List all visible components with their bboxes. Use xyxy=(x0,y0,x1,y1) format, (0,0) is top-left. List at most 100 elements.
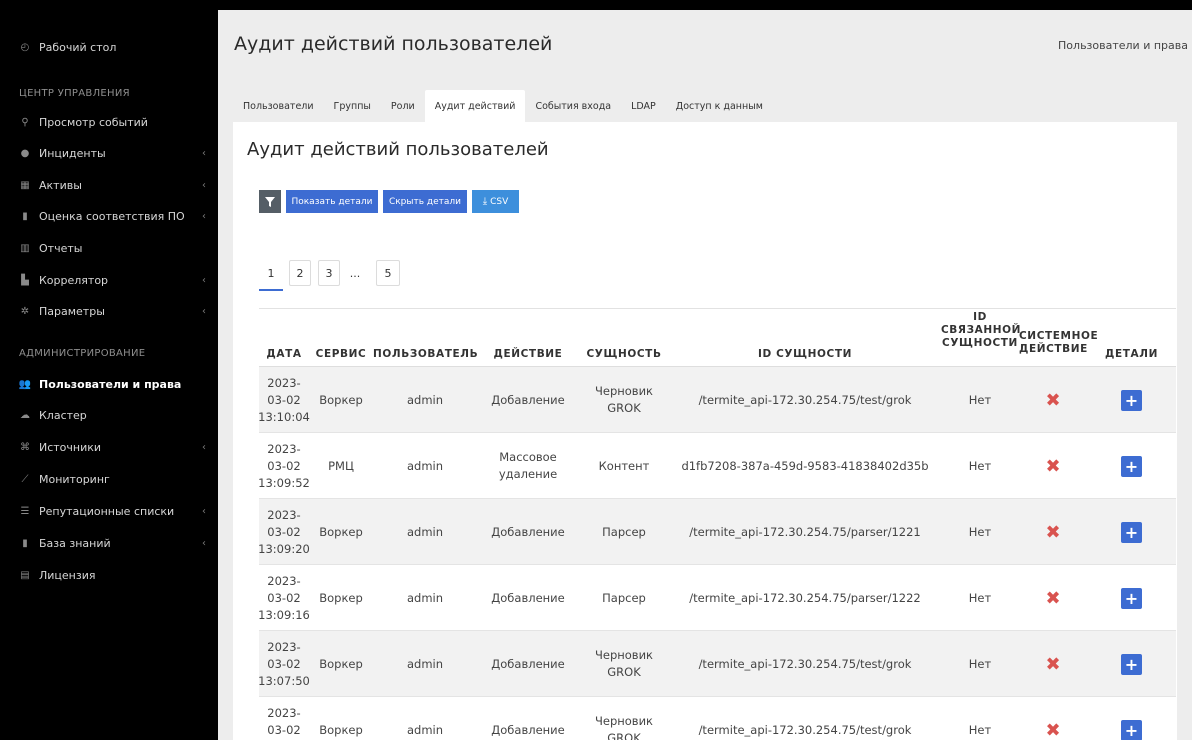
cell-date-line: 03-02 xyxy=(267,656,301,671)
tab-ldap[interactable]: LDAP xyxy=(621,90,666,122)
cell-entity-line: Черновик xyxy=(594,714,653,728)
chevron-left-icon: ‹ xyxy=(202,274,206,286)
tab-groups[interactable]: Группы xyxy=(324,90,381,122)
cell-action: Массовое удаление xyxy=(477,433,579,499)
col-service[interactable]: СЕРВИС xyxy=(309,348,373,361)
table-row[interactable]: 2023-03-0213:07:30ВоркерadminДобавлениеЧ… xyxy=(258,697,1176,740)
cloud-icon: ☁ xyxy=(20,409,30,421)
sidebar-section-control: ЦЕНТР УПРАВЛЕНИЯ xyxy=(19,88,130,99)
sidebar-item-parameters[interactable]: ✲ Параметры ‹ xyxy=(0,301,218,321)
expand-details-button[interactable]: + xyxy=(1121,389,1142,411)
expand-details-button[interactable]: + xyxy=(1121,719,1142,740)
license-icon: ▤ xyxy=(20,569,30,581)
cell-date: 2023-03-0213:07:30 xyxy=(258,697,310,740)
csv-label: CSV xyxy=(490,196,509,207)
sidebar-item-reputation-lists[interactable]: ☰ Репутационные списки ‹ xyxy=(0,501,218,521)
sidebar-item-label: Источники xyxy=(39,440,102,454)
cell-entity-line: Черновик xyxy=(594,384,653,398)
cell-action-line: Массовое xyxy=(499,450,557,464)
cell-related-id: Нет xyxy=(968,392,992,407)
col-related-id-line: СУЩНОСТИ xyxy=(942,337,1018,349)
page-1[interactable]: 1 xyxy=(259,260,283,286)
col-system-action[interactable]: СИСТЕМНОЕ ДЕЙСТВИЕ xyxy=(1019,330,1098,356)
sidebar-item-label: Репутационные списки xyxy=(39,504,175,518)
filter-icon xyxy=(265,196,275,207)
system-action-no-icon: ✖ xyxy=(1045,587,1061,609)
cell-details: + xyxy=(1087,565,1176,631)
sidebar-item-dashboard[interactable]: ◴ Рабочий стол xyxy=(0,37,218,57)
col-action[interactable]: ДЕЙСТВИЕ xyxy=(477,348,579,361)
alert-icon: ● xyxy=(20,147,30,159)
sidebar-item-monitoring[interactable]: ⟋ Мониторинг xyxy=(0,469,218,489)
page-2[interactable]: 2 xyxy=(289,260,311,286)
cell-entity-id: /termite_api-172.30.254.75/test/grok xyxy=(698,656,912,671)
sidebar-item-correlator[interactable]: ▙ Коррелятор ‹ xyxy=(0,270,218,290)
cell-action-line: Добавление xyxy=(491,392,565,407)
cell-details: + xyxy=(1087,367,1176,433)
sidebar-item-events[interactable]: ⚲ Просмотр событий xyxy=(0,112,218,132)
chevron-left-icon: ‹ xyxy=(202,147,206,159)
cell-date-line: 03-02 xyxy=(267,458,301,473)
expand-details-button[interactable]: + xyxy=(1121,587,1142,609)
breadcrumb[interactable]: Пользователи и права xyxy=(1058,39,1188,52)
tab-audit[interactable]: Аудит действий xyxy=(424,90,526,122)
cell-user: admin xyxy=(406,722,444,737)
table-row[interactable]: 2023- 03-02 13:10:04 Воркер admin Добавление Ч… xyxy=(258,367,1176,433)
sidebar-item-knowledge-base[interactable]: ▮ База знаний ‹ xyxy=(0,533,218,553)
expand-details-button[interactable]: + xyxy=(1121,653,1142,675)
col-entity-id[interactable]: ID СУЩНОСТИ xyxy=(669,348,941,361)
cell-entity-id: /termite_api-172.30.254.75/parser/1222 xyxy=(689,590,921,605)
cell-user: admin xyxy=(406,656,444,671)
table-row[interactable]: 2023- 03-02 13:09:20 Воркер admin Добавление П… xyxy=(258,499,1176,565)
dashboard-icon: ◴ xyxy=(20,41,30,53)
sidebar-item-incidents[interactable]: ● Инциденты ‹ xyxy=(0,143,218,163)
plus-icon: + xyxy=(1124,720,1139,740)
table-row[interactable]: 2023- 03-02 13:09:16 Воркер admin Добавление П… xyxy=(258,565,1176,631)
sidebar-item-label: Отчеты xyxy=(39,241,83,255)
cell-entity: Парсер xyxy=(579,499,669,565)
sidebar-item-users-rights[interactable]: 👥 Пользователи и права xyxy=(0,374,218,394)
sidebar-item-reports[interactable]: ▥ Отчеты xyxy=(0,238,218,258)
table-row[interactable]: 2023- 03-02 13:07:50 Воркер admin Добавление Ч… xyxy=(258,631,1176,697)
sidebar-item-sources[interactable]: ⌘ Источники ‹ xyxy=(0,437,218,457)
cell-entity: Парсер xyxy=(579,565,669,631)
col-user[interactable]: ПОЛЬЗОВАТЕЛЬ xyxy=(373,348,478,361)
filter-button[interactable] xyxy=(259,190,281,213)
cell-entity-line: Парсер xyxy=(602,524,646,539)
hide-details-button[interactable]: Скрыть детали xyxy=(383,190,467,213)
users-icon: 👥 xyxy=(18,378,32,390)
table-divider xyxy=(259,308,1176,309)
csv-export-button[interactable]: ⤓ CSV xyxy=(472,190,519,213)
sidebar-item-license[interactable]: ▤ Лицензия xyxy=(0,565,218,585)
sidebar-item-assets[interactable]: ▦ Активы ‹ xyxy=(0,175,218,195)
tab-users[interactable]: Пользователи xyxy=(233,90,324,122)
cell-date-line: 13:09:16 xyxy=(258,607,310,622)
cell-entity-line: Контент xyxy=(598,458,650,473)
cell-entity-line: Черновик xyxy=(594,648,653,662)
tab-roles[interactable]: Роли xyxy=(381,90,425,122)
page-5[interactable]: 5 xyxy=(376,260,400,286)
page-3[interactable]: 3 xyxy=(318,260,340,286)
expand-details-button[interactable]: + xyxy=(1121,521,1142,543)
col-date[interactable]: ДАТА xyxy=(259,348,309,361)
sitemap-icon: ▦ xyxy=(20,179,30,191)
cell-entity-line: Парсер xyxy=(602,590,646,605)
gears-icon: ✲ xyxy=(20,305,30,317)
sidebar-item-compliance[interactable]: ▮ Оценка соответствия ПО ‹ xyxy=(0,206,218,226)
cell-date: 2023- 03-02 13:10:04 xyxy=(258,367,310,433)
cell-action-line: Добавление xyxy=(491,590,565,605)
sidebar-item-cluster[interactable]: ☁ Кластер xyxy=(0,405,218,425)
expand-details-button[interactable]: + xyxy=(1121,455,1142,477)
sidebar-item-label: Пользователи и права xyxy=(39,377,182,391)
plus-icon: + xyxy=(1124,654,1139,674)
show-details-button[interactable]: Показать детали xyxy=(286,190,378,213)
col-related-id[interactable]: ID СВЯЗАННОЙ СУЩНОСТИ xyxy=(941,311,1020,350)
tab-data-access[interactable]: Доступ к данным xyxy=(666,90,773,122)
cell-user: admin xyxy=(406,458,444,473)
system-action-no-icon: ✖ xyxy=(1045,719,1061,740)
table-row[interactable]: 2023- 03-02 13:09:52 РМЦ admin Массовое удален… xyxy=(258,433,1176,499)
col-entity[interactable]: СУЩНОСТЬ xyxy=(579,348,669,361)
plus-icon: + xyxy=(1124,522,1139,542)
cell-entity-line: GROK xyxy=(607,401,641,415)
tab-login-events[interactable]: События входа xyxy=(525,90,621,122)
